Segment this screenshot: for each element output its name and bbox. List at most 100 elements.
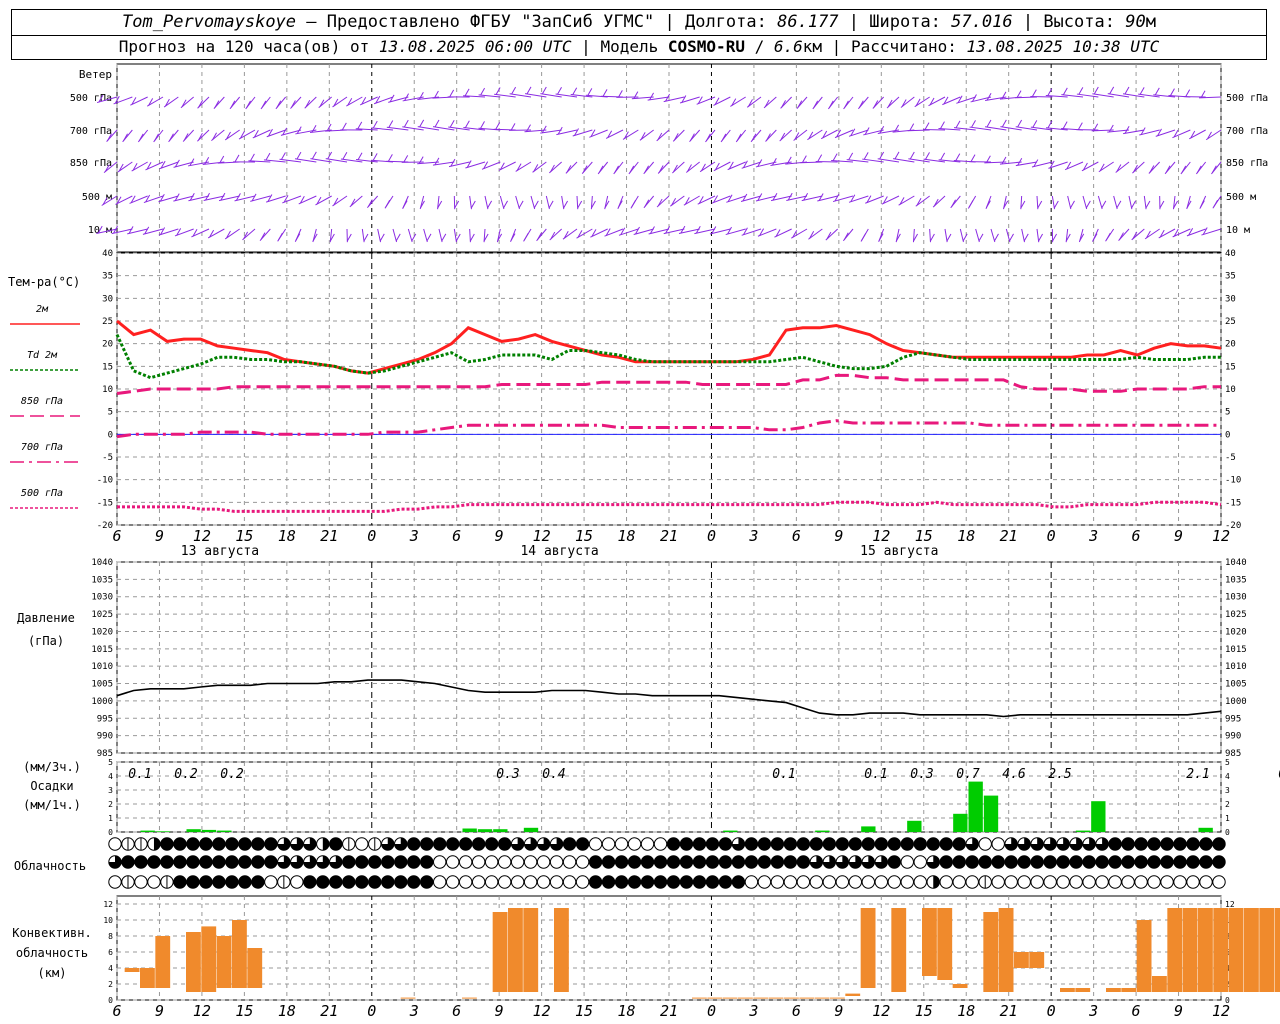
cloud-fill-full [121,855,135,869]
wind-barb-feather [1070,200,1075,209]
cloud-fill-full [628,855,641,869]
precip-ytick-left: 5 [108,758,113,767]
wind-barb-feather [1145,200,1151,209]
cloud-symbol [1069,875,1083,889]
temp-ytick-right: 5 [1225,408,1230,418]
pressure-ytick-right: 995 [1225,714,1241,724]
cloud-fill-full [784,855,797,869]
wind-barb-feather [548,200,554,209]
conv-bar [1152,976,1167,992]
wind-barb [898,195,915,206]
temp-xtick: 6 [792,527,801,545]
wind-barb [545,195,550,210]
wind-barb-feather [1116,200,1122,209]
conv-bar [1136,920,1152,992]
cloud-fill-full [940,837,953,851]
temp-ytick-left: -5 [102,453,113,463]
wind-barb-feather [1101,200,1107,209]
wind-barb [438,228,443,243]
cloud-symbol [523,875,538,889]
temp-ytick-right: 35 [1225,272,1236,282]
cloud-symbol [588,837,603,851]
conv-bar [400,997,416,999]
wind-barb [942,96,961,106]
conv-section-unit: (км) [38,966,67,980]
wind-barb [484,195,489,210]
cloud-fill-full [927,837,940,851]
cloud-symbol [1043,875,1057,889]
wind-barb [392,228,398,243]
wind-barb-feather [419,119,425,128]
pressure-ytick-left: 1040 [91,558,113,568]
conv-bar [1106,988,1121,992]
wind-barb [605,129,624,139]
cloud-fill-full [446,837,459,851]
wind-barb-feather [909,151,915,160]
cloud-fill-full [251,855,265,869]
wind-barb-feather [986,119,992,128]
conv-xtick: 6 [1132,1002,1141,1020]
cloud-symbol [900,875,914,889]
cloud-fill-full [329,837,342,851]
cloud-fill-full [589,855,602,869]
precip-ytick-right: 2 [1225,800,1230,809]
wind-barb [1005,228,1011,243]
conv-xtick: 6 [452,1002,461,1020]
temp-ytick-right: 20 [1225,340,1236,350]
wind-barb-feather [295,233,301,241]
cloud-fill-full [173,837,187,851]
wind-barb-feather [363,233,369,242]
cloud-fill-full [654,855,667,869]
wind-barb-feather [395,233,401,242]
temp-ytick-right: 30 [1225,294,1236,304]
date-label: 15 августа [860,544,938,559]
cloud-fill-full [823,837,836,851]
pressure-ytick-left: 1025 [91,610,113,620]
conv-bar [554,908,569,992]
cloud-symbol [822,875,837,889]
cloud-symbol [1082,875,1096,889]
cloud-fill-full [199,855,213,869]
temp-xtick: 12 [193,527,211,545]
wind-barb [1128,195,1133,210]
wind-level-label-right: 700 гПа [1226,126,1268,137]
cloud-fill-full [667,875,680,889]
cloud-fill-full [251,875,265,889]
wind-barb [1081,161,1099,172]
temp-ytick-right: -5 [1225,453,1236,463]
conv-xtick: 3 [409,1002,419,1020]
wind-barb-feather [357,152,363,160]
cloud-fill-full [225,875,239,889]
conv-xtick: 12 [193,1002,211,1020]
precip-3h-label: 0.1 [128,767,151,782]
cloud-fill-full [563,837,576,851]
cloud-fill-full [225,855,239,869]
cloud-fill-full [719,855,732,869]
wind-barb [622,129,639,140]
wind-barb-feather [1009,233,1014,242]
precip-3h-label: 0.2 [220,767,244,782]
wind-barb-feather [971,120,976,128]
wind-barb-feather [861,233,867,241]
cloud-symbol [458,855,473,869]
temp-xtick: 9 [155,527,164,545]
wind-barb-feather [311,125,317,133]
conv-xtick: 18 [278,1002,296,1020]
conv-ytick-left: 2 [108,980,113,989]
wind-barb-feather [234,154,240,163]
cloud-fill-full [745,855,758,869]
cloud-row [108,855,1226,869]
cloud-symbol [913,875,927,889]
cloud-fill-full [940,855,953,869]
conv-section-label-1: Конвективн. [12,926,91,940]
cloud-fill-full [407,855,420,869]
conv-xtick: 9 [495,1002,504,1020]
wind-barb-feather [1199,200,1205,208]
wind-barb-feather [523,233,529,241]
wind-barb [975,228,980,243]
cloud-fill-full [836,837,849,851]
precip-bar [723,830,738,832]
temp-ytick-left: 10 [102,385,113,395]
cloud-symbol [887,875,901,889]
cloud-fill-full [1173,855,1187,869]
